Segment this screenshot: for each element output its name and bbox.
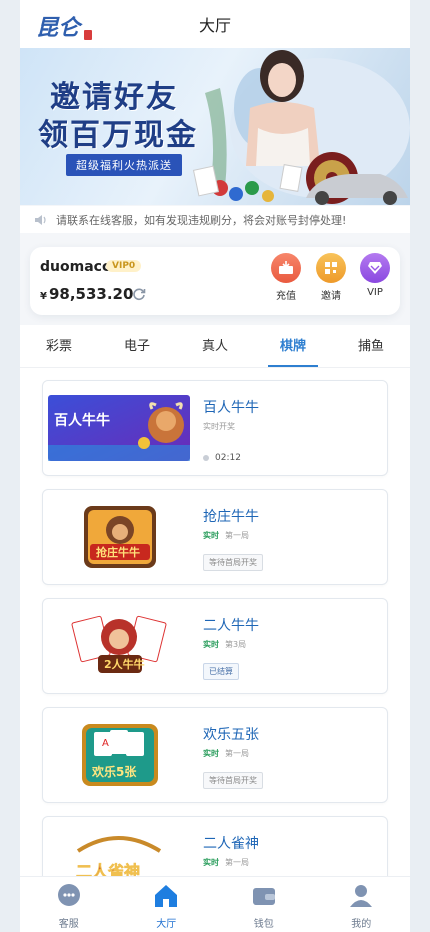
vip-button[interactable]: VIP	[355, 253, 395, 298]
game-card[interactable]: 百人牛牛 百人牛牛 实时开奖 02:12	[42, 380, 388, 476]
promo-banner[interactable]: 邀请好友 领百万现金 超级福利火热派送	[20, 48, 410, 205]
banner-tagline: 超级福利火热派送	[66, 154, 182, 176]
game-title: 欢乐五张	[203, 727, 259, 743]
game-card[interactable]: 抢庄牛牛 抢庄牛牛 实时 第一局 等待首局开奖	[42, 489, 388, 585]
currency-symbol: ¥	[40, 291, 47, 302]
svg-text:昆仑: 昆仑	[36, 15, 83, 41]
realtime-tag: 实时	[203, 531, 219, 540]
bottom-navigation: 客服 大厅 钱包 我的	[20, 876, 410, 932]
invite-button[interactable]: 邀请	[311, 253, 351, 302]
status-badge: 等待首局开奖	[203, 772, 263, 789]
wallet-icon	[252, 888, 275, 905]
profile-icon	[350, 885, 373, 907]
vip-icon	[360, 253, 390, 283]
status-badge: 等待首局开奖	[203, 554, 263, 571]
support-icon	[57, 884, 80, 906]
game-thumbnail: 抢庄牛牛	[84, 506, 156, 568]
game-thumbnail: A 欢乐5张	[82, 724, 158, 786]
thumb-title: 欢乐5张	[91, 764, 137, 779]
tab-live[interactable]: 真人	[176, 325, 254, 367]
game-title: 二人雀神	[203, 836, 259, 852]
realtime-tag: 实时	[203, 749, 219, 758]
deposit-icon	[271, 253, 301, 283]
invite-label: 邀请	[321, 291, 341, 302]
balance-value: 98,533.20	[48, 285, 134, 303]
nav-label: 我的	[351, 919, 372, 930]
banner-subheadline: 领百万现金	[38, 118, 198, 153]
round-number: 第3局	[225, 640, 247, 649]
notice-bar[interactable]: 请联系在线客服，如有发现违规刷分，将会对账号封停处理!	[20, 206, 410, 233]
clock-icon	[203, 455, 209, 461]
realtime-tag: 实时	[203, 640, 219, 649]
game-thumbnail: 2人牛牛	[71, 615, 167, 673]
top-header: 昆仑 大厅	[20, 0, 410, 48]
account-card: duomacc VIP0 ¥98,533.20 充值 邀请 VIP	[30, 247, 400, 315]
round-number: 第一局	[225, 749, 249, 758]
notice-text: 请联系在线客服，如有发现违规刷分，将会对账号封停处理!	[56, 213, 347, 227]
countdown-value: 02:12	[215, 453, 241, 463]
tab-slots[interactable]: 电子	[98, 325, 176, 367]
vip-label: VIP	[367, 287, 383, 298]
game-round-info: 实时 第一局	[203, 857, 249, 868]
realtime-tag: 实时	[203, 858, 219, 867]
deposit-button[interactable]: 充值	[266, 253, 306, 302]
game-mode: 实时开奖	[203, 422, 235, 431]
refresh-icon[interactable]	[132, 287, 146, 301]
game-thumbnail: 百人牛牛	[48, 395, 190, 461]
page-title: 大厅	[198, 16, 231, 35]
brand-logo[interactable]: 昆仑	[34, 8, 96, 44]
game-title: 抢庄牛牛	[203, 509, 259, 525]
tab-lottery[interactable]: 彩票	[20, 325, 98, 367]
nav-wallet[interactable]: 钱包	[215, 877, 313, 932]
thumb-title: 2人牛牛	[104, 657, 145, 671]
tab-card-games[interactable]: 棋牌	[254, 325, 332, 367]
round-number: 第一局	[225, 531, 249, 540]
game-round-info: 实时 第一局	[203, 748, 249, 759]
deposit-label: 充值	[276, 291, 296, 302]
app-container: 昆仑 大厅 邀请好友 领百万现金 超级福利火热派送 请联系在线客服，如有发现违规…	[20, 0, 410, 932]
game-card[interactable]: 2人牛牛 二人牛牛 实时 第3局 已结算	[42, 598, 388, 694]
tab-fishing[interactable]: 捕鱼	[332, 325, 410, 367]
home-icon	[155, 885, 178, 907]
game-round-info: 实时 第3局	[203, 639, 246, 650]
svg-text:A: A	[102, 738, 109, 749]
invite-icon	[316, 253, 346, 283]
countdown-timer: 02:12	[203, 453, 241, 463]
category-tabs: 彩票 电子 真人 棋牌 捕鱼	[20, 325, 410, 368]
game-title: 二人牛牛	[203, 618, 259, 634]
username: duomacc	[40, 259, 111, 275]
nav-support[interactable]: 客服	[20, 877, 118, 932]
thumb-title: 百人牛牛	[54, 412, 110, 429]
game-round-info: 实时 第一局	[203, 530, 249, 541]
nav-profile[interactable]: 我的	[313, 877, 411, 932]
status-badge: 已结算	[203, 663, 239, 680]
nav-label: 客服	[58, 919, 79, 930]
game-title: 百人牛牛	[203, 400, 259, 416]
game-list: 百人牛牛 百人牛牛 实时开奖 02:12 抢庄牛牛 抢庄牛牛 实时 第一局 等待…	[20, 368, 410, 912]
nav-label: 大厅	[156, 919, 177, 930]
balance: ¥98,533.20	[40, 285, 133, 303]
game-card[interactable]: A 欢乐5张 欢乐五张 实时 第一局 等待首局开奖	[42, 707, 388, 803]
nav-lobby[interactable]: 大厅	[118, 877, 216, 932]
speaker-icon	[35, 214, 46, 225]
nav-label: 钱包	[253, 919, 274, 930]
vip-level-badge: VIP0	[106, 260, 142, 272]
round-number: 第一局	[225, 858, 249, 867]
thumb-title: 抢庄牛牛	[96, 545, 140, 559]
